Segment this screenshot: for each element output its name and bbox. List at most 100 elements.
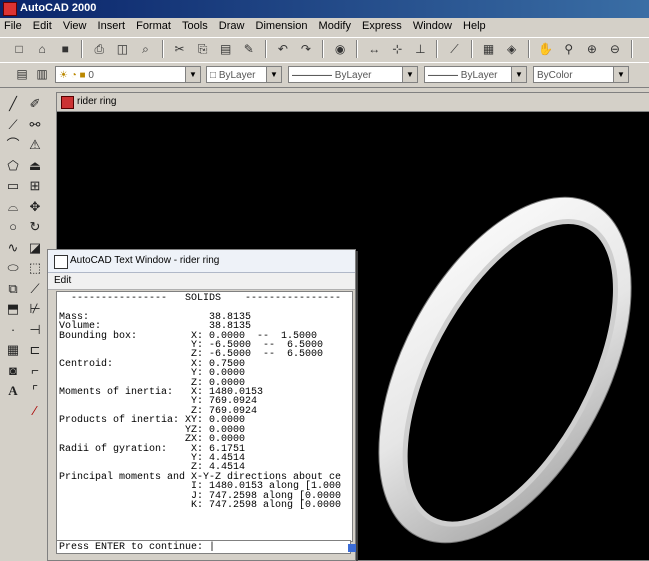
distance-icon[interactable]: ⟋ [445,40,463,58]
make-block-icon[interactable]: ⬒ [5,301,21,317]
separator [436,40,439,58]
zoom-window-icon[interactable]: ⊕ [583,40,601,58]
construction-line-icon[interactable]: ⟋ [5,117,21,133]
copy-object-icon[interactable]: ⚯ [27,117,43,133]
print-icon[interactable]: ⎙ [90,40,108,58]
undo-icon[interactable]: ↶ [274,40,292,58]
text-window-title: AutoCAD Text Window - rider ring [70,255,220,266]
menu-tools[interactable]: Tools [178,18,212,34]
layer-dropdown[interactable]: ☀ ◔ ■ 0 ▼ [55,66,201,83]
title-bar: AutoCAD 2000 [0,0,649,18]
point-icon[interactable]: · [5,322,21,338]
text-window[interactable]: AutoCAD Text Window - rider ring Edit --… [47,249,356,561]
spline-icon[interactable]: ∿ [5,240,21,256]
window-icon [54,255,68,269]
resize-grip-icon[interactable] [348,544,356,552]
layers-icon[interactable]: ▤ [13,65,31,83]
scale-icon[interactable]: ◪ [27,240,43,256]
make-object-layer-current-icon[interactable]: ▥ [33,65,51,83]
array-icon[interactable]: ⊞ [27,178,43,194]
linetype-dropdown[interactable]: ———— ByLayer ▼ [288,66,418,83]
insert-block-icon[interactable]: ⧉ [5,281,21,297]
region-icon[interactable]: ◙ [5,363,21,379]
paste-icon[interactable]: ▤ [217,40,235,58]
text-window-output: ---------------- SOLIDS ----------------… [56,291,353,542]
lengthen-icon[interactable]: ⟋ [27,281,43,297]
menu-modify[interactable]: Modify [315,18,355,34]
new-icon[interactable]: □ [10,40,28,58]
menu-window[interactable]: Window [409,18,456,34]
menu-file[interactable]: File [0,18,26,34]
line-icon[interactable]: ╱ [5,96,21,112]
layer-value: 0 [88,70,94,81]
ellipse-icon[interactable]: ⬭ [5,260,21,276]
redo-icon[interactable]: ↷ [297,40,315,58]
named-views-icon[interactable]: ▦ [480,40,498,58]
lineweight-line-icon: ——— [428,70,461,81]
extend-icon[interactable]: ⊣ [27,322,43,338]
match-properties-icon[interactable]: ✎ [240,40,258,58]
stretch-icon[interactable]: ⬚ [27,260,43,276]
menu-edit-text[interactable]: Edit [48,273,77,288]
hatch-icon[interactable]: ▦ [5,342,21,358]
polygon-icon[interactable]: ⬠ [5,158,21,174]
copy-icon[interactable]: ⎘ [194,40,212,58]
color-dropdown[interactable]: □ ByLayer ▼ [206,66,282,83]
text-window-menu: Edit [48,273,355,290]
window-title: AutoCAD 2000 [20,2,97,14]
chevron-down-icon: ▼ [613,67,628,82]
chevron-down-icon: ▼ [185,67,200,82]
save-icon[interactable]: ■ [56,40,74,58]
polyline-icon[interactable]: ⌒ [5,137,21,153]
explode-icon[interactable]: ⁄ [27,403,43,419]
separator [356,40,359,58]
properties-toolbar: ▤ ▥ ☀ ◔ ■ 0 ▼ □ ByLayer ▼ ———— ByLayer ▼… [0,62,649,88]
menu-help[interactable]: Help [459,18,490,34]
chevron-down-icon: ▼ [402,67,417,82]
mirror-icon[interactable]: ⚠ [27,137,43,153]
3d-orbit-icon[interactable]: ◈ [503,40,521,58]
command-prompt[interactable]: Press ENTER to continue: | [56,540,351,554]
menu-format[interactable]: Format [132,18,175,34]
chevron-down-icon: ▼ [266,67,281,82]
plotstyle-dropdown[interactable]: ByColor ▼ [533,66,629,83]
snap-icon[interactable]: ⊹ [388,40,406,58]
rotate-icon[interactable]: ↻ [27,219,43,235]
drawing-title: rider ring [77,96,117,107]
tracking-icon[interactable]: ↔ [365,40,383,58]
multiline-text-icon[interactable]: A [5,383,21,399]
lineweight-dropdown[interactable]: ——— ByLayer ▼ [424,66,527,83]
rectangle-icon[interactable]: ▭ [5,178,21,194]
plotstyle-value: ByColor [537,70,573,81]
hyperlink-icon[interactable]: ◉ [331,40,349,58]
autocad-app-icon [3,2,17,16]
open-icon[interactable]: ⌂ [33,40,51,58]
menu-draw[interactable]: Draw [215,18,249,34]
circle-icon[interactable]: ○ [5,219,21,235]
separator [81,40,84,58]
arc-icon[interactable]: ⌓ [5,199,21,215]
erase-icon[interactable]: ✐ [27,96,43,112]
menu-express[interactable]: Express [358,18,406,34]
fillet-icon[interactable]: ⌜ [27,383,43,399]
zoom-previous-icon[interactable]: ⊖ [606,40,624,58]
offset-icon[interactable]: ⏏ [27,158,43,174]
menu-view[interactable]: View [59,18,91,34]
trim-icon[interactable]: ⊬ [27,301,43,317]
menu-dimension[interactable]: Dimension [252,18,312,34]
break-icon[interactable]: ⊏ [27,342,43,358]
draw-modify-toolbars: ╱ ⟋ ⌒ ⬠ ▭ ⌓ ○ ∿ ⬭ ⧉ ⬒ · ▦ ◙ A ✐ ⚯ ⚠ ⏏ ⊞ … [0,88,48,559]
cut-icon[interactable]: ✂ [171,40,189,58]
ucs-icon[interactable]: ⊥ [411,40,429,58]
pan-icon[interactable]: ✋ [537,40,555,58]
chamfer-icon[interactable]: ⌐ [27,363,43,379]
zoom-realtime-icon[interactable]: ⚲ [560,40,578,58]
layer-state-icons: ☀ ◔ ■ [59,70,89,81]
separator [470,40,473,58]
menu-insert[interactable]: Insert [94,18,130,34]
print-preview-icon[interactable]: ◫ [113,40,131,58]
menu-edit[interactable]: Edit [29,18,56,34]
separator [527,40,530,58]
find-icon[interactable]: ⌕ [136,40,154,58]
move-icon[interactable]: ✥ [27,199,43,215]
